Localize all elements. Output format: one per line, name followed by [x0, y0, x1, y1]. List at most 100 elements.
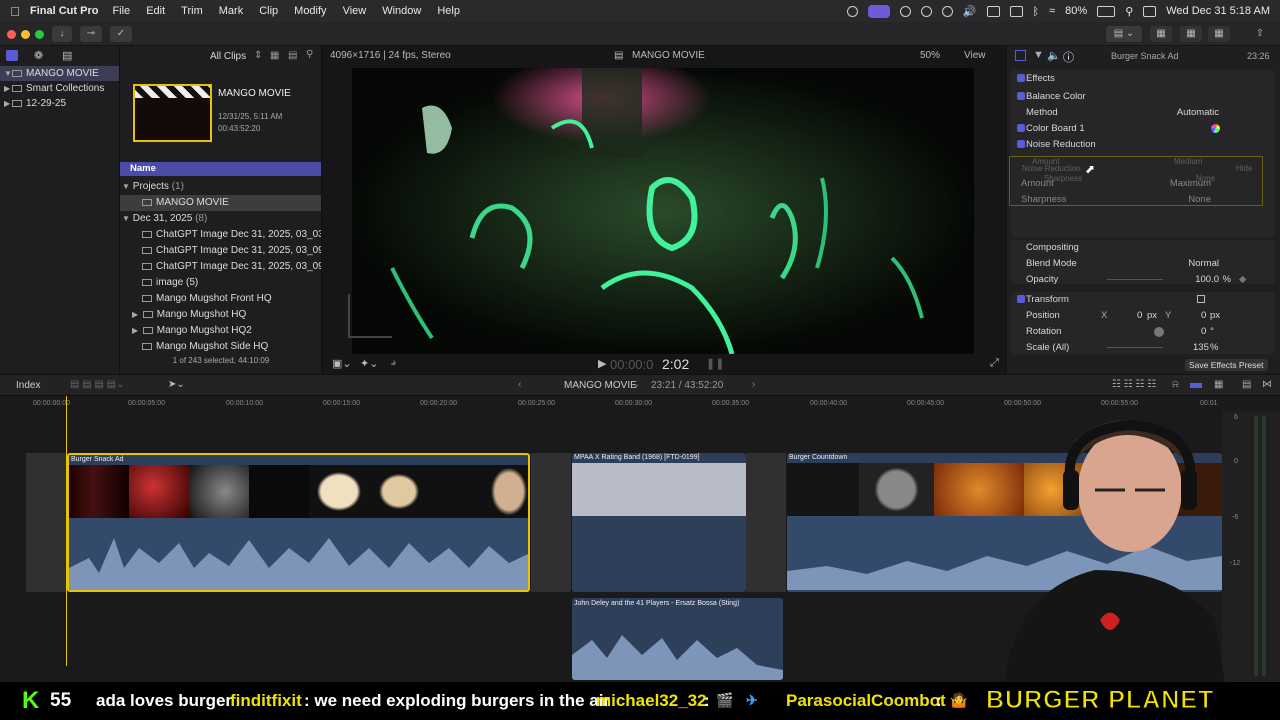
- close-window-button[interactable]: [7, 30, 16, 39]
- select-tool-icon[interactable]: ➤⌄: [168, 379, 185, 390]
- battery-icon[interactable]: [1097, 5, 1116, 17]
- clip-mpaa-rating[interactable]: MPAA X Rating Band (1968) [FTD-0199]: [572, 453, 746, 592]
- color-board-icon[interactable]: [1211, 124, 1220, 133]
- noise-reduction-row[interactable]: Noise Reduction: [1007, 137, 1280, 152]
- color-board-checkbox[interactable]: [1017, 124, 1025, 133]
- minimize-window-button[interactable]: [21, 30, 30, 39]
- list-view-icon[interactable]: ▤: [288, 50, 297, 61]
- keywords-icon[interactable]: ⊸: [80, 26, 102, 42]
- menu-edit[interactable]: Edit: [146, 5, 165, 17]
- zoom-window-button[interactable]: [35, 30, 44, 39]
- menu-mark[interactable]: Mark: [219, 5, 243, 17]
- speed-icon[interactable]: ◕: [390, 357, 397, 369]
- filmstrip-view-icon[interactable]: ▦: [270, 50, 279, 61]
- list-item[interactable]: ChatGPT Image Dec 31, 2025, 03_03_40: [120, 227, 321, 243]
- apple-menu-icon[interactable]: : [0, 4, 30, 19]
- view-menu[interactable]: View: [964, 46, 986, 66]
- balance-color-checkbox[interactable]: [1017, 92, 1025, 101]
- titles-icon[interactable]: ▤: [62, 49, 72, 62]
- color-board-row[interactable]: Color Board 1: [1007, 121, 1280, 136]
- forward-icon[interactable]: ›: [752, 379, 755, 390]
- transform-tool-icon[interactable]: ▣⌄: [332, 357, 352, 370]
- status-icon-2[interactable]: [899, 5, 911, 17]
- balance-color-row[interactable]: Balance Color: [1007, 89, 1280, 104]
- disclosure-icon[interactable]: ▼: [4, 66, 12, 81]
- screen-record-icon[interactable]: [867, 4, 890, 18]
- cast-icon[interactable]: [1009, 5, 1023, 17]
- fullscreen-icon[interactable]: ⤢: [990, 357, 999, 370]
- sort-icon[interactable]: ⇕: [254, 50, 262, 61]
- scale-slider[interactable]: [1107, 347, 1163, 348]
- timeline-ruler[interactable]: 00:00:00:00 00:00:05:00 00:00:10:00 00:0…: [0, 396, 1222, 412]
- clip-burger-snack-ad[interactable]: Burger Snack Ad: [67, 453, 530, 592]
- clip-filter-menu[interactable]: All Clips: [210, 51, 246, 62]
- menu-window[interactable]: Window: [382, 5, 421, 17]
- menu-view[interactable]: View: [343, 5, 367, 17]
- transform-onscreen-icon[interactable]: [1197, 295, 1205, 303]
- import-icon[interactable]: ↓: [52, 26, 72, 42]
- bluetooth-icon[interactable]: ᛒ: [1033, 6, 1040, 18]
- inspector-layout-icon[interactable]: ▦: [1208, 26, 1230, 42]
- share-menu-icon[interactable]: ▤ ⌄: [1106, 26, 1142, 42]
- list-item[interactable]: ▶ Mango Mugshot HQ2: [120, 323, 321, 339]
- gap-clip[interactable]: [26, 453, 66, 592]
- video-inspector-icon[interactable]: [1015, 50, 1026, 61]
- chevron-down-icon[interactable]: ⌄: [632, 379, 640, 390]
- list-item[interactable]: image (5): [120, 275, 321, 291]
- photos-icon[interactable]: ❁: [34, 49, 43, 62]
- transform-header[interactable]: Transform: [1007, 292, 1280, 307]
- method-popup[interactable]: Automatic: [1177, 105, 1219, 120]
- library-layout-icon[interactable]: ▦: [1150, 26, 1172, 42]
- list-item[interactable]: Mango Mugshot Side HQ: [120, 339, 321, 355]
- index-button[interactable]: Index: [16, 380, 40, 391]
- disclosure-icon[interactable]: ▼: [122, 179, 130, 195]
- enhance-icon[interactable]: ✦⌄: [360, 357, 378, 370]
- library-item-mango-movie[interactable]: ▼ MANGO MOVIE: [0, 66, 119, 81]
- search-icon[interactable]: ⚲: [1125, 5, 1133, 18]
- control-center-icon[interactable]: [1143, 5, 1157, 17]
- clip-appearance-icon[interactable]: [1190, 383, 1202, 388]
- search-icon[interactable]: ⚲: [306, 49, 313, 60]
- color-inspector-icon[interactable]: ▼: [1033, 49, 1044, 61]
- position-x-value[interactable]: 0: [1137, 308, 1142, 323]
- timeline-options-icons[interactable]: ☷ ☷ ☷ ☷: [1112, 379, 1156, 390]
- list-item[interactable]: ChatGPT Image Dec 31, 2025, 03_09_37: [120, 243, 321, 259]
- volume-icon[interactable]: 🔊: [963, 5, 977, 18]
- timeline-index-icon[interactable]: ▦: [1214, 379, 1223, 390]
- back-icon[interactable]: ‹: [518, 379, 521, 390]
- clock[interactable]: Wed Dec 31 5:18 AM: [1166, 5, 1270, 17]
- blend-mode-popup[interactable]: Normal: [1188, 256, 1219, 271]
- timeline-layout-icon[interactable]: ▦: [1180, 26, 1202, 42]
- library-item-smart-collections[interactable]: ▶ Smart Collections: [0, 81, 119, 96]
- menu-modify[interactable]: Modify: [294, 5, 326, 17]
- list-item[interactable]: ChatGPT Image Dec 31, 2025, 03_09_39: [120, 259, 321, 275]
- effects-checkbox[interactable]: [1017, 74, 1025, 83]
- menu-file[interactable]: File: [112, 5, 130, 17]
- group-projects[interactable]: ▼ Projects (1): [120, 179, 321, 195]
- effects-header[interactable]: Effects: [1007, 71, 1280, 86]
- sharpness-popup[interactable]: None: [1188, 192, 1211, 207]
- menu-clip[interactable]: Clip: [259, 5, 278, 17]
- disclosure-icon[interactable]: ▶: [132, 307, 140, 323]
- name-column-header[interactable]: Name: [120, 162, 321, 176]
- opacity-value[interactable]: 100.0: [1195, 272, 1219, 287]
- group-date[interactable]: ▼ Dec 31, 2025 (8): [120, 211, 321, 227]
- disclosure-icon[interactable]: ▼: [122, 211, 130, 227]
- audio-skimming-icon[interactable]: ⍾: [1172, 379, 1179, 390]
- disclosure-icon[interactable]: ▶: [132, 323, 140, 339]
- disclosure-icon[interactable]: ▶: [4, 81, 12, 96]
- rotation-dial[interactable]: [1154, 327, 1164, 337]
- play-status-icon[interactable]: [941, 5, 953, 17]
- library-item-event[interactable]: ▶ 12-29-25: [0, 96, 119, 111]
- status-icon-1[interactable]: [846, 5, 858, 17]
- edit-tools-icon[interactable]: ▤ ▤ ▤ ▤⌄: [70, 379, 125, 390]
- compositing-header[interactable]: Compositing: [1007, 240, 1280, 255]
- info-inspector-icon[interactable]: ⓘ: [1063, 49, 1074, 65]
- noise-reduction-checkbox[interactable]: [1017, 140, 1025, 149]
- rotation-value[interactable]: 0: [1201, 324, 1206, 339]
- app-menu[interactable]: Final Cut Pro: [30, 5, 98, 17]
- project-card[interactable]: MANGO MOVIE 12/31/25, 5:11 AM 00:43:52:2…: [120, 66, 321, 162]
- menu-trim[interactable]: Trim: [181, 5, 203, 17]
- list-item[interactable]: Mango Mugshot Front HQ: [120, 291, 321, 307]
- playhead[interactable]: [66, 396, 67, 666]
